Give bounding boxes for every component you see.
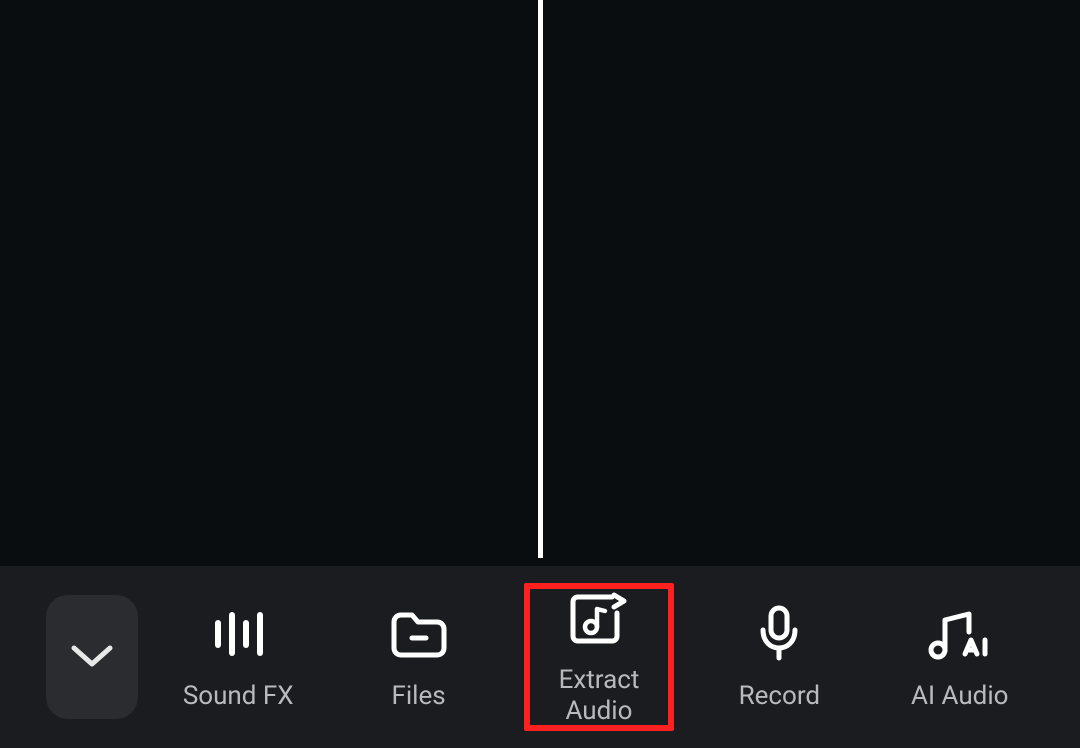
toolbar-item-label: AI Audio (911, 681, 1008, 712)
files-button[interactable]: Files (344, 583, 494, 731)
extract-audio-icon (568, 591, 630, 647)
mic-icon (755, 605, 803, 663)
toolbar-item-label: Files (391, 681, 445, 712)
chevron-down-icon (70, 644, 114, 670)
timeline-area[interactable] (0, 0, 1080, 566)
sound-fx-icon (208, 605, 268, 663)
ai-audio-icon (927, 605, 993, 663)
toolbar-items: Sound FX Files Extract Audio (138, 566, 1080, 748)
playhead[interactable] (538, 0, 543, 558)
toolbar-item-label: Sound FX (183, 681, 294, 712)
extract-audio-button[interactable]: Extract Audio (524, 583, 674, 731)
collapse-button[interactable] (46, 595, 138, 719)
toolbar-item-label: Extract Audio (559, 665, 640, 727)
toolbar-item-label: Record (739, 681, 820, 712)
record-button[interactable]: Record (704, 583, 854, 731)
ai-audio-button[interactable]: AI Audio (885, 583, 1035, 731)
audio-toolbar: Sound FX Files Extract Audio (0, 566, 1080, 748)
sound-fx-button[interactable]: Sound FX (163, 583, 313, 731)
folder-icon (388, 605, 450, 663)
